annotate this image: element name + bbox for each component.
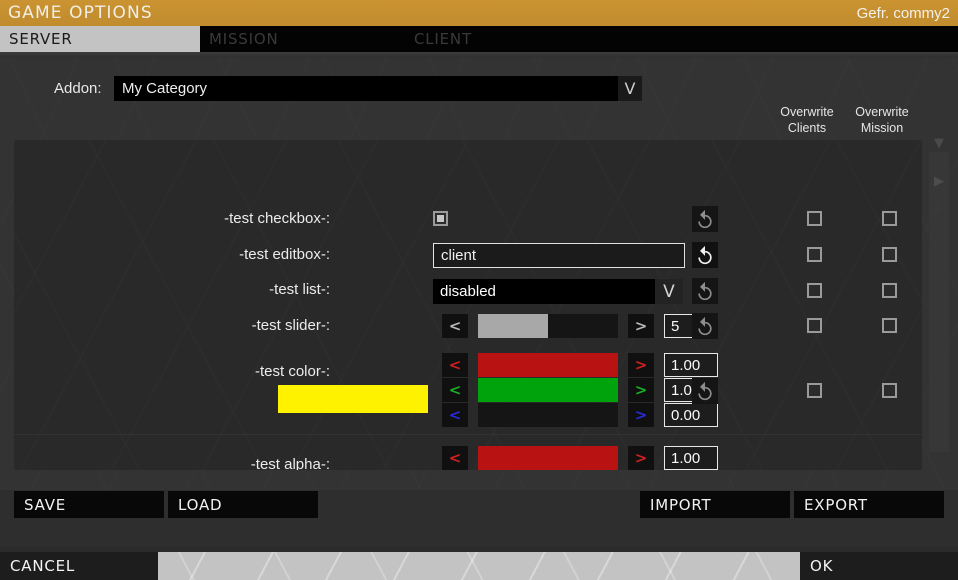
test-alpha-red-slider[interactable]: < > 1.00 [442, 446, 718, 470]
test-color-swatch[interactable] [278, 385, 428, 413]
overwrite-clients-header: Overwrite Clients [765, 104, 849, 136]
overwrite-mission-test-checkbox[interactable] [882, 211, 897, 226]
overwrite-mission-test-slider[interactable] [882, 318, 897, 333]
undo-arrow-icon [698, 381, 712, 401]
export-button[interactable]: EXPORT [794, 491, 944, 518]
import-button[interactable]: IMPORT [640, 491, 790, 518]
row-label-test-slider: -test slider-: [251, 317, 330, 334]
test-list-value[interactable]: disabled [433, 279, 655, 304]
undo-arrow-icon [698, 209, 712, 229]
red-decrement-button[interactable]: < [442, 446, 468, 470]
addon-label: Addon: [54, 80, 102, 97]
test-color-red-value[interactable]: 1.00 [664, 353, 718, 377]
undo-arrow-icon [698, 281, 712, 301]
addon-select[interactable]: My Category [114, 76, 618, 101]
row-label-test-alpha: -test alpha-: [250, 456, 330, 470]
player-name: Gefr. commy2 [856, 4, 950, 22]
cancel-button[interactable]: CANCEL [0, 552, 158, 580]
red-increment-button[interactable]: > [628, 446, 654, 470]
row-label-test-checkbox: -test checkbox-: [224, 210, 330, 227]
test-checkbox-control[interactable] [433, 211, 448, 226]
vertical-scrollbar[interactable]: ▼ ▶ ▶ ▶ ▼ [928, 122, 950, 472]
test-color-blue-value[interactable]: 0.00 [664, 403, 718, 427]
overwrite-clients-test-editbox[interactable] [807, 247, 822, 262]
test-color-green-slider[interactable]: < > 1.00 [442, 378, 718, 402]
load-button[interactable]: LOAD [168, 491, 318, 518]
row-label-test-editbox: -test editbox-: [239, 246, 330, 263]
row-divider [14, 434, 922, 435]
chevron-down-icon[interactable]: V [655, 279, 683, 304]
reset-button-test-slider[interactable] [692, 313, 718, 339]
scroll-down-icon[interactable]: ▼ [930, 136, 948, 151]
options-panel: -test checkbox-: -test editbox-: client [14, 140, 922, 470]
red-increment-button[interactable]: > [628, 353, 654, 377]
save-button[interactable]: SAVE [14, 491, 164, 518]
slider-increment-button[interactable]: > [628, 314, 654, 338]
red-track[interactable] [478, 353, 618, 377]
scrollbar-track[interactable] [929, 152, 949, 452]
title-bar: GAME OPTIONS Gefr. commy2 [0, 0, 958, 26]
footer-bar: CANCEL OK [0, 552, 958, 580]
overwrite-mission-header: Overwrite Mission [840, 104, 924, 136]
overwrite-clients-test-color[interactable] [807, 383, 822, 398]
test-list-select[interactable]: disabled V [433, 279, 683, 304]
test-color-blue-slider[interactable]: < > 0.00 [442, 403, 718, 427]
row-label-test-list: -test list-: [269, 281, 330, 298]
blue-track[interactable] [478, 403, 618, 427]
test-slider-control[interactable]: < > 5 [442, 314, 718, 338]
overwrite-mission-header-line2: Mission [860, 121, 904, 135]
test-color-red-slider[interactable]: < > 1.00 [442, 353, 718, 377]
row-label-test-color: -test color-: [254, 363, 330, 380]
blue-increment-button[interactable]: > [628, 403, 654, 427]
overwrite-clients-test-checkbox[interactable] [807, 211, 822, 226]
undo-arrow-icon [698, 245, 712, 265]
test-alpha-red-value[interactable]: 1.00 [664, 446, 718, 470]
slider-track[interactable] [478, 314, 618, 338]
tab-mission[interactable]: MISSION [200, 26, 405, 52]
green-decrement-button[interactable]: < [442, 378, 468, 402]
red-decrement-button[interactable]: < [442, 353, 468, 377]
test-editbox-input[interactable]: client [433, 243, 685, 268]
ok-button[interactable]: OK [800, 552, 958, 580]
green-track[interactable] [478, 378, 618, 402]
reset-button-test-list[interactable] [692, 278, 718, 304]
tab-bar: SERVER MISSION CLIENT [0, 26, 958, 52]
slider-decrement-button[interactable]: < [442, 314, 468, 338]
tab-client[interactable]: CLIENT [405, 26, 605, 52]
game-options-window: GAME OPTIONS Gefr. commy2 SERVER MISSION… [0, 0, 958, 580]
tab-server[interactable]: SERVER [0, 26, 200, 52]
reset-button-test-color[interactable] [692, 378, 718, 404]
overwrite-clients-header-line2: Clients [787, 121, 827, 135]
addon-row: Addon: My Category V [0, 76, 958, 106]
overwrite-mission-test-editbox[interactable] [882, 247, 897, 262]
overwrite-clients-test-list[interactable] [807, 283, 822, 298]
red-track[interactable] [478, 446, 618, 470]
overwrite-mission-test-list[interactable] [882, 283, 897, 298]
overwrite-mission-test-color[interactable] [882, 383, 897, 398]
overwrite-mission-header-line1: Overwrite [855, 105, 909, 119]
page-title: GAME OPTIONS [8, 3, 153, 23]
options-body: Addon: My Category V Overwrite Clients O… [0, 58, 958, 518]
green-increment-button[interactable]: > [628, 378, 654, 402]
chevron-down-icon[interactable]: V [618, 76, 642, 101]
reset-button-test-checkbox[interactable] [692, 206, 718, 232]
overwrite-clients-header-line1: Overwrite [780, 105, 834, 119]
overwrite-clients-test-slider[interactable] [807, 318, 822, 333]
reset-button-test-editbox[interactable] [692, 242, 718, 268]
undo-arrow-icon [698, 316, 712, 336]
blue-decrement-button[interactable]: < [442, 403, 468, 427]
